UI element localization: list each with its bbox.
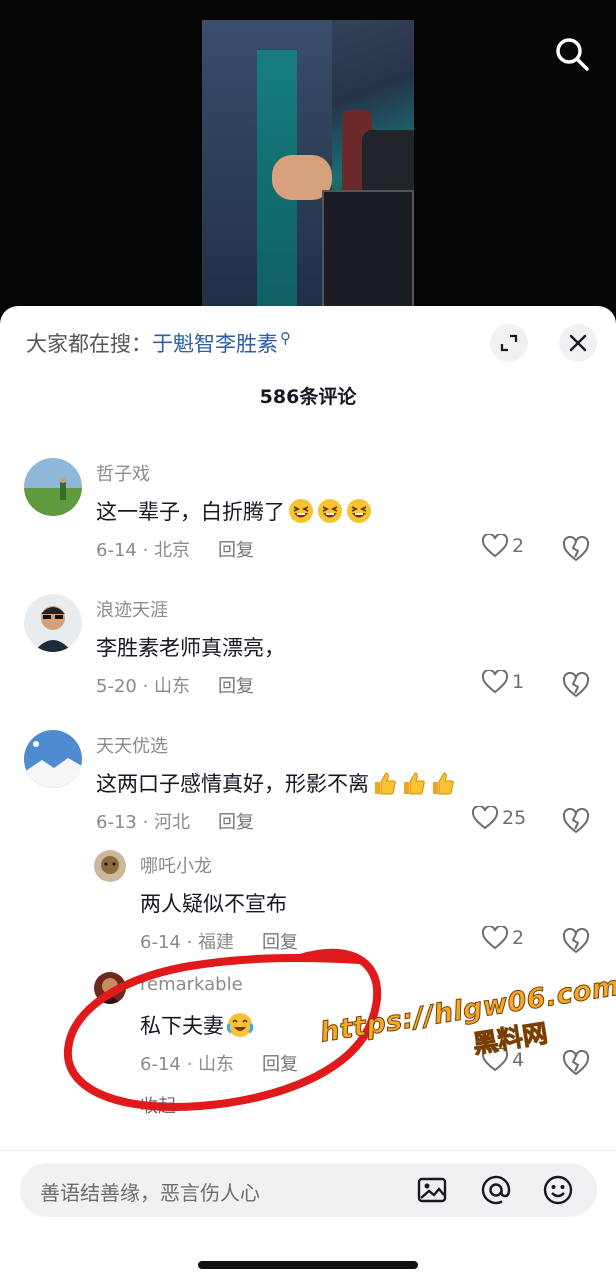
at-icon[interactable] (480, 1174, 512, 1206)
like-count: 2 (512, 927, 525, 949)
comment-username[interactable]: remarkable (140, 974, 243, 995)
comment-text-body: 这两口子感情真好，形影不离 (96, 772, 369, 796)
image-icon[interactable] (416, 1174, 448, 1206)
comment-text: 这两口子感情真好，形影不离 (96, 768, 456, 798)
heart-icon (482, 926, 508, 950)
chevron-up-icon (183, 1103, 195, 1111)
comment-username[interactable]: 天天优选 (96, 732, 168, 758)
avatar[interactable] (24, 594, 82, 652)
comment-username[interactable]: 哲子戏 (96, 460, 150, 486)
reply-button[interactable]: 回复 (218, 540, 254, 561)
comment-count: 586条评论 (259, 386, 357, 408)
comment-input[interactable]: 善语结善缘，恶言伤人心 (20, 1163, 597, 1217)
collapse-label: 收起 (140, 1096, 176, 1117)
avatar[interactable] (24, 730, 82, 788)
emoji-icon[interactable] (542, 1174, 574, 1206)
close-icon (569, 334, 587, 352)
broken-heart-icon[interactable] (562, 928, 590, 954)
reply-button[interactable]: 回复 (262, 1054, 298, 1075)
comment-meta: 6-14 · 山东 回复 (140, 1050, 298, 1076)
comment-username[interactable]: 浪迹天涯 (96, 596, 168, 622)
date-location: 5-20 · 山东 (96, 676, 191, 697)
avatar[interactable] (94, 972, 126, 1004)
comment-text: 李胜素老师真漂亮， (96, 636, 285, 660)
search-suggestion[interactable]: 大家都在搜：于魁智李胜素 ⚲ (26, 328, 291, 358)
thumbs-up-emoji (404, 772, 425, 795)
broken-heart-icon[interactable] (562, 536, 590, 562)
avatar[interactable] (24, 458, 82, 516)
broken-heart-icon[interactable] (562, 1050, 590, 1076)
like-button[interactable]: 25 (472, 806, 526, 830)
like-button[interactable]: 1 (482, 670, 524, 694)
video-frame[interactable] (202, 20, 414, 320)
collapse-replies-button[interactable]: 收起 (140, 1092, 196, 1118)
reply-button[interactable]: 回复 (218, 812, 254, 833)
thumbs-up-emoji (433, 772, 454, 795)
heart-icon (472, 806, 498, 830)
like-count: 2 (512, 535, 525, 557)
laughing-tears-emoji (289, 499, 313, 523)
like-button[interactable]: 2 (482, 926, 524, 950)
search-icon[interactable] (554, 36, 590, 72)
comment-meta: 6-14 · 北京 回复 (96, 536, 254, 562)
like-count: 4 (512, 1049, 525, 1071)
heart-icon (482, 1048, 508, 1072)
broken-heart-icon[interactable] (562, 808, 590, 834)
comment-meta: 5-20 · 山东 回复 (96, 672, 254, 698)
reply-button[interactable]: 回复 (218, 676, 254, 697)
comment-text-body: 私下夫妻 (140, 1014, 224, 1038)
avatar[interactable] (94, 850, 126, 882)
heart-icon (482, 670, 508, 694)
laughing-tears-emoji (318, 499, 342, 523)
comment-text-body: 这一辈子，白折腾了 (96, 500, 285, 524)
like-button[interactable]: 4 (482, 1048, 524, 1072)
date-location: 6-14 · 福建 (140, 932, 235, 953)
like-count: 1 (512, 671, 525, 693)
crying-laughing-emoji (227, 1013, 253, 1037)
video-player[interactable] (0, 0, 616, 330)
date-location: 6-13 · 河北 (96, 812, 191, 833)
comment-username[interactable]: 哪吒小龙 (140, 852, 212, 878)
expand-icon (500, 334, 518, 352)
broken-heart-icon[interactable] (562, 672, 590, 698)
date-location: 6-14 · 北京 (96, 540, 191, 561)
comment-meta: 6-13 · 河北 回复 (96, 808, 254, 834)
comment-input-bar: 善语结善缘，恶言伤人心 (0, 1150, 616, 1280)
search-small-icon: ⚲ (280, 329, 291, 347)
date-location: 6-14 · 山东 (140, 1054, 235, 1075)
comment-meta: 6-14 · 福建 回复 (140, 928, 298, 954)
heart-icon (482, 534, 508, 558)
reply-button[interactable]: 回复 (262, 932, 298, 953)
comment-text: 私下夫妻 (140, 1010, 253, 1040)
laughing-tears-emoji (347, 499, 371, 523)
search-hint-keyword[interactable]: 于魁智李胜素 (152, 332, 278, 356)
expand-button[interactable] (490, 324, 528, 362)
home-indicator (198, 1261, 418, 1269)
thumbs-up-emoji (375, 772, 396, 795)
like-button[interactable]: 2 (482, 534, 524, 558)
input-placeholder: 善语结善缘，恶言伤人心 (40, 1181, 260, 1205)
close-button[interactable] (559, 324, 597, 362)
like-count: 25 (502, 807, 527, 829)
comment-sheet: 大家都在搜：于魁智李胜素 ⚲ 586条评论 哲子戏 这一辈子，白折腾了 6-14 … (0, 306, 616, 1280)
comment-text: 两人疑似不宣布 (140, 892, 287, 916)
search-hint-prefix: 大家都在搜： (26, 332, 152, 356)
comment-text: 这一辈子，白折腾了 (96, 496, 372, 526)
